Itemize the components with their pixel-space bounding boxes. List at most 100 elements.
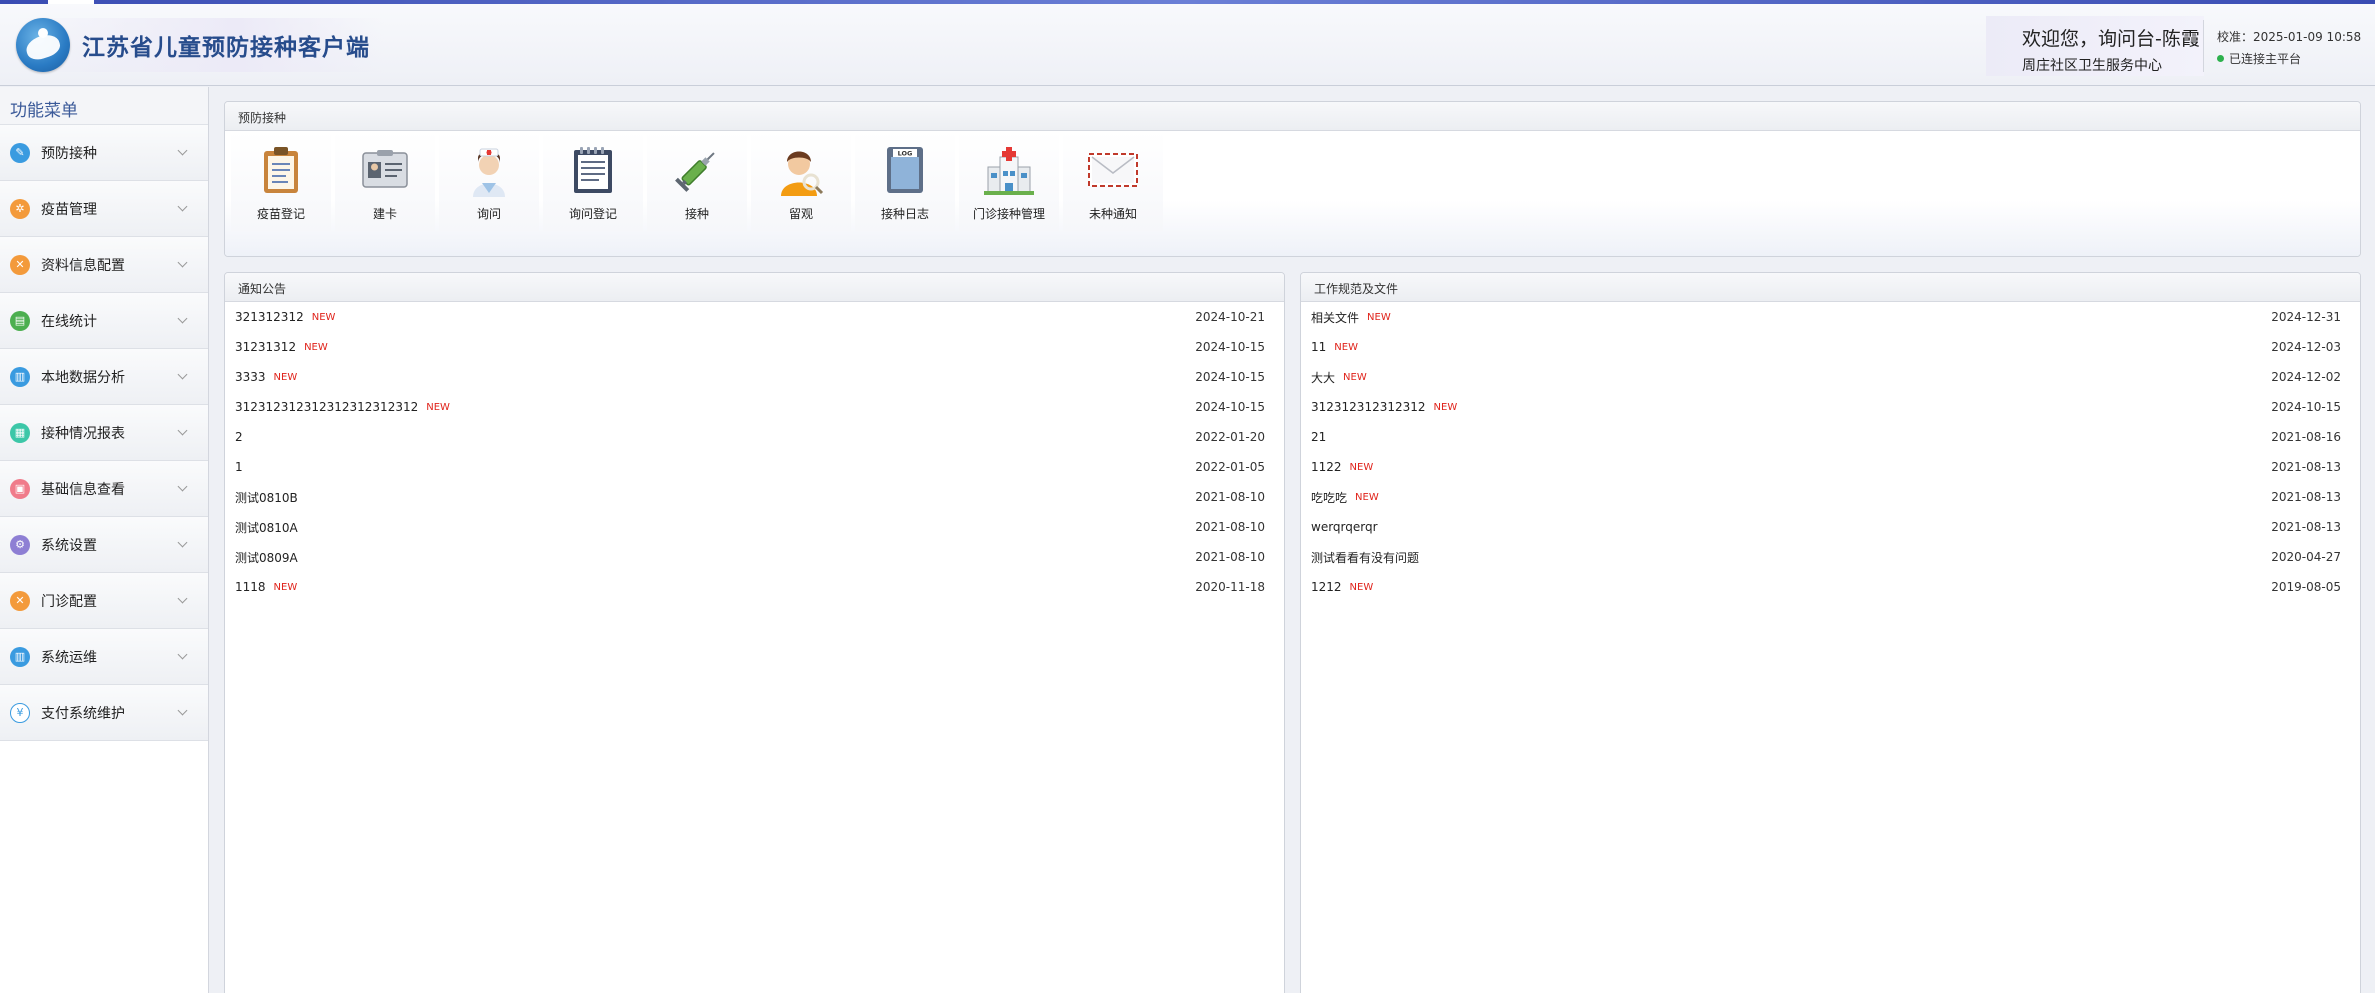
notices-row[interactable]: 312312312312312312312312 NEW 2024-10-15 xyxy=(225,392,1284,422)
sidebar-item-icon: ¥ xyxy=(10,702,30,723)
notices-row-date: 2024-10-21 xyxy=(1195,310,1265,324)
notices-row[interactable]: 测试0809A 2021-08-10 xyxy=(225,542,1284,572)
sidebar-item-icon: ▦ xyxy=(10,422,30,443)
documents-row-title[interactable]: 测试看看有没有问题 xyxy=(1311,549,1419,566)
notices-row[interactable]: 1 2022-01-05 xyxy=(225,452,1284,482)
documents-row[interactable]: 1212 NEW 2019-08-05 xyxy=(1301,572,2360,602)
documents-row-title[interactable]: 1212 xyxy=(1311,580,1342,594)
sidebar-item-8[interactable]: ✕ 门诊配置 xyxy=(0,573,208,629)
notices-row-date: 2020-11-18 xyxy=(1195,580,1265,594)
sidebar-item-10[interactable]: ¥ 支付系统维护 xyxy=(0,685,208,741)
notices-row-date: 2022-01-05 xyxy=(1195,460,1265,474)
documents-row-title[interactable]: 11 xyxy=(1311,340,1326,354)
brand: 江苏省儿童预防接种客户端 xyxy=(16,18,384,72)
notices-row[interactable]: 31231312 NEW 2024-10-15 xyxy=(225,332,1284,362)
log-icon: LOG xyxy=(878,143,932,197)
documents-row-title[interactable]: 1122 xyxy=(1311,460,1342,474)
sidebar-item-1[interactable]: ✲ 疫苗管理 xyxy=(0,181,208,237)
documents-row-title[interactable]: werqrqerqr xyxy=(1311,520,1378,534)
documents-row[interactable]: 大大 NEW 2024-12-02 xyxy=(1301,362,2360,392)
notices-row[interactable]: 1118 NEW 2020-11-18 xyxy=(225,572,1284,602)
syringe-icon xyxy=(670,143,724,197)
quick-action-6[interactable]: LOG 接种日志 xyxy=(855,131,955,231)
sidebar-item-icon: ✕ xyxy=(10,590,30,611)
documents-row[interactable]: 21 2021-08-16 xyxy=(1301,422,2360,452)
sidebar-item-2[interactable]: ✕ 资料信息配置 xyxy=(0,237,208,293)
notices-row-title[interactable]: 2 xyxy=(235,430,243,444)
documents-row[interactable]: 312312312312312 NEW 2024-10-15 xyxy=(1301,392,2360,422)
chevron-down-icon xyxy=(177,145,188,156)
sidebar-item-label: 门诊配置 xyxy=(41,593,97,610)
sidebar-item-5[interactable]: ▦ 接种情况报表 xyxy=(0,405,208,461)
quick-action-1[interactable]: 建卡 xyxy=(335,131,435,231)
sidebar-item-glyph: ▥ xyxy=(14,650,26,663)
chevron-down-icon xyxy=(177,369,188,380)
app-logo-icon xyxy=(16,18,70,72)
new-badge: NEW xyxy=(1355,491,1379,503)
notices-row-title[interactable]: 1 xyxy=(235,460,243,474)
quick-access-panel: 预防接种 疫苗登记 建卡 询问 询问登记 接种 留观 LOG 接种日志 门诊接种管理 未种通知 xyxy=(224,101,2361,257)
notices-row[interactable]: 2 2022-01-20 xyxy=(225,422,1284,452)
sidebar-item-glyph: ▤ xyxy=(14,314,26,327)
sidebar-item-label: 接种情况报表 xyxy=(41,425,125,442)
quick-action-2[interactable]: 询问 xyxy=(439,131,539,231)
sidebar-item-6[interactable]: ▣ 基础信息查看 xyxy=(0,461,208,517)
sidebar-item-glyph: ✎ xyxy=(15,146,25,159)
quick-action-8[interactable]: 未种通知 xyxy=(1063,131,1163,231)
quick-action-label: 门诊接种管理 xyxy=(972,207,1045,221)
quick-action-7[interactable]: 门诊接种管理 xyxy=(959,131,1059,231)
documents-row[interactable]: 1122 NEW 2021-08-13 xyxy=(1301,452,2360,482)
connection-status: 已连接主平台 xyxy=(2217,50,2301,67)
documents-row-title[interactable]: 相关文件 xyxy=(1311,309,1359,326)
documents-row[interactable]: 吃吃吃 NEW 2021-08-13 xyxy=(1301,482,2360,512)
documents-row-date: 2024-12-02 xyxy=(2271,370,2341,384)
quick-action-5[interactable]: 留观 xyxy=(751,131,851,231)
svg-text:LOG: LOG xyxy=(898,150,913,158)
documents-row-title[interactable]: 21 xyxy=(1311,430,1326,444)
chevron-down-icon xyxy=(177,425,188,436)
documents-row[interactable]: 11 NEW 2024-12-03 xyxy=(1301,332,2360,362)
documents-row-title[interactable]: 312312312312312 xyxy=(1311,400,1426,414)
quick-action-0[interactable]: 疫苗登记 xyxy=(231,131,331,231)
documents-row[interactable]: 测试看看有没有问题 2020-04-27 xyxy=(1301,542,2360,572)
documents-row-title[interactable]: 吃吃吃 xyxy=(1311,489,1347,506)
connection-status-label: 已连接主平台 xyxy=(2229,52,2302,66)
documents-row[interactable]: werqrqerqr 2021-08-13 xyxy=(1301,512,2360,542)
quick-action-3[interactable]: 询问登记 xyxy=(543,131,643,231)
sidebar-title: 功能菜单 xyxy=(0,87,208,125)
notices-row-date: 2021-08-10 xyxy=(1195,550,1265,564)
sidebar-item-icon: ▤ xyxy=(10,310,30,331)
sidebar-item-7[interactable]: ⚙ 系统设置 xyxy=(0,517,208,573)
documents-row-title[interactable]: 大大 xyxy=(1311,369,1335,386)
notices-panel: 通知公告 321312312 NEW 2024-10-21 31231312 NEW 20… xyxy=(224,272,1285,993)
notices-row-title[interactable]: 321312312 xyxy=(235,310,304,324)
notices-row-title[interactable]: 1118 xyxy=(235,580,266,594)
notices-row-title[interactable]: 312312312312312312312312 xyxy=(235,400,418,414)
notices-row-title[interactable]: 测试0810B xyxy=(235,489,298,506)
sync-time: 校准：2025-01-09 10:58 xyxy=(2217,30,2362,44)
documents-title: 工作规范及文件 xyxy=(1301,273,2360,302)
notices-row-title[interactable]: 31231312 xyxy=(235,340,296,354)
sidebar-item-4[interactable]: ▥ 本地数据分析 xyxy=(0,349,208,405)
documents-row[interactable]: 相关文件 NEW 2024-12-31 xyxy=(1301,302,2360,332)
sidebar-item-glyph: ✲ xyxy=(15,202,25,215)
sidebar-item-3[interactable]: ▤ 在线统计 xyxy=(0,293,208,349)
chevron-down-icon xyxy=(177,257,188,268)
notices-row[interactable]: 321312312 NEW 2024-10-21 xyxy=(225,302,1284,332)
sidebar-item-glyph: ▣ xyxy=(14,482,26,495)
sidebar-item-9[interactable]: ▥ 系统运维 xyxy=(0,629,208,685)
notices-row-title[interactable]: 测试0809A xyxy=(235,549,298,566)
sidebar-item-glyph: ▦ xyxy=(14,426,26,439)
notices-row[interactable]: 3333 NEW 2024-10-15 xyxy=(225,362,1284,392)
notices-row[interactable]: 测试0810A 2021-08-10 xyxy=(225,512,1284,542)
notices-row-title[interactable]: 测试0810A xyxy=(235,519,298,536)
documents-row-date: 2020-04-27 xyxy=(2271,550,2341,564)
sidebar-item-glyph: ▥ xyxy=(14,370,26,383)
notices-row-title[interactable]: 3333 xyxy=(235,370,266,384)
organization-name: 周庄社区卫生服务中心 xyxy=(2022,58,2162,74)
sidebar-item-icon: ✎ xyxy=(10,142,30,163)
nurse-icon xyxy=(462,143,516,197)
quick-action-4[interactable]: 接种 xyxy=(647,131,747,231)
sidebar-item-0[interactable]: ✎ 预防接种 xyxy=(0,125,208,181)
notices-row[interactable]: 测试0810B 2021-08-10 xyxy=(225,482,1284,512)
